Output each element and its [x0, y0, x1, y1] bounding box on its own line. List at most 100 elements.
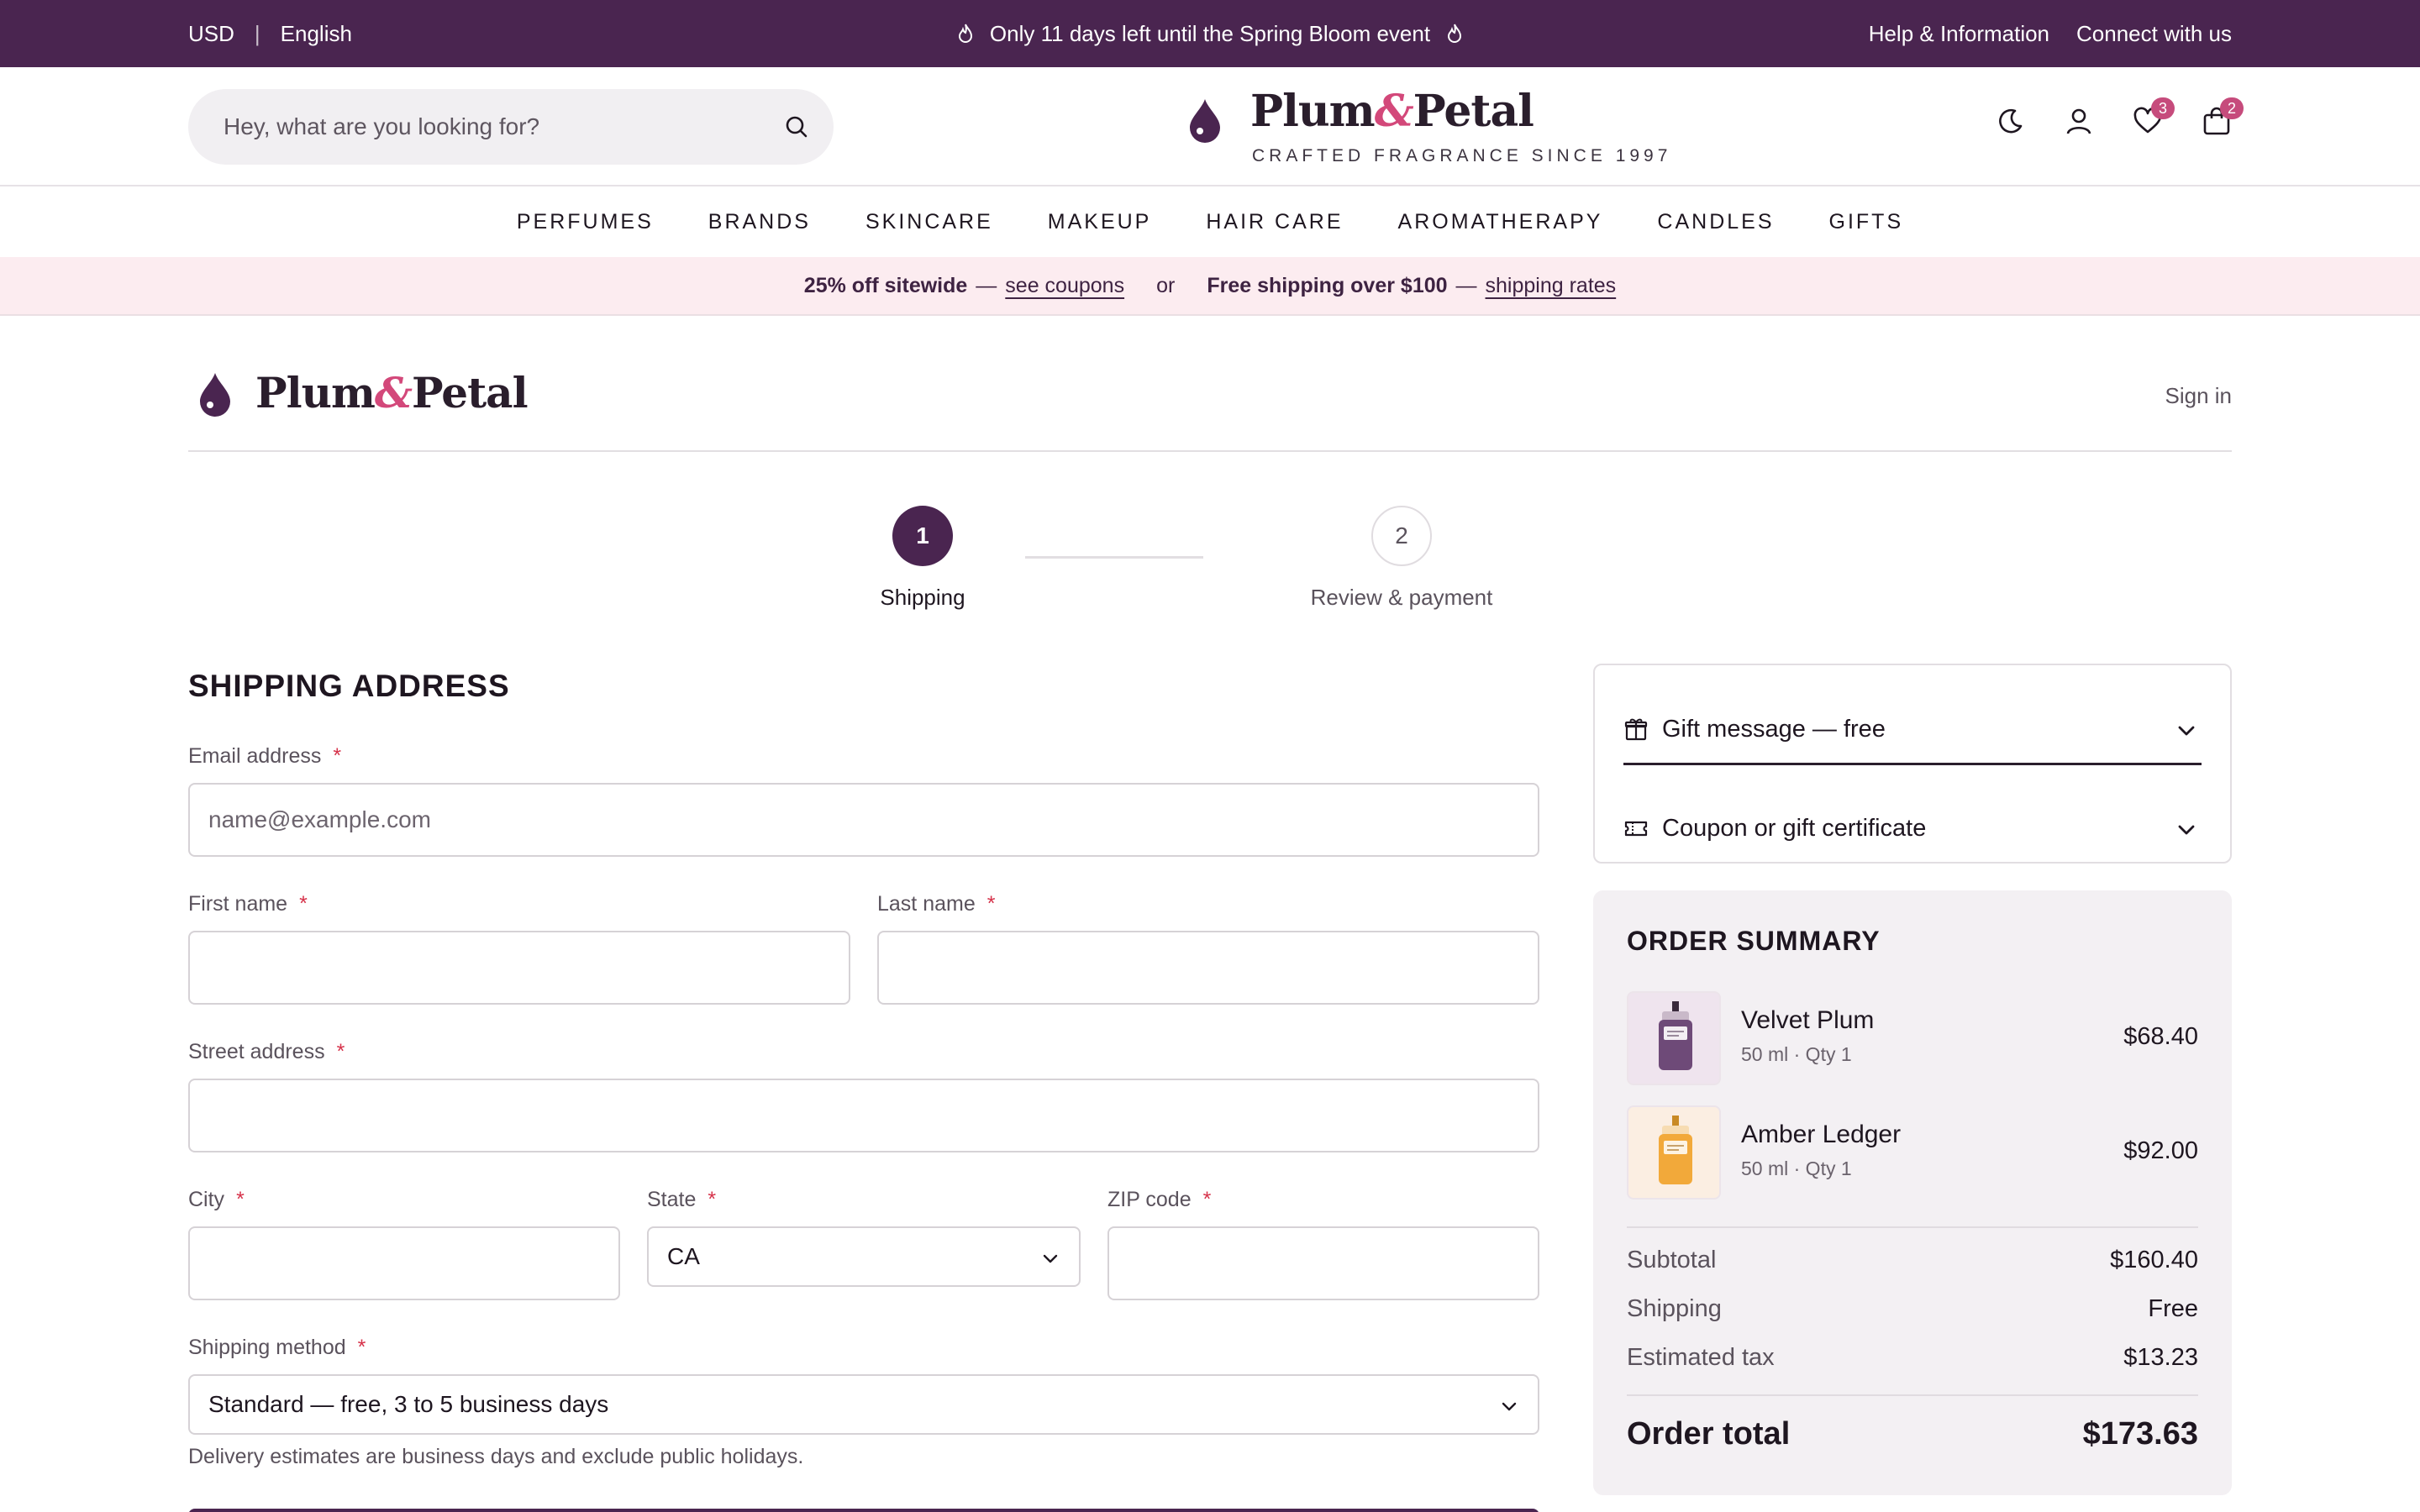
connect-link[interactable]: Connect with us — [2076, 21, 2232, 47]
zip-code-field[interactable] — [1107, 1226, 1539, 1300]
product-name: Velvet Plum — [1741, 1006, 1875, 1034]
nav-item-skincare[interactable]: SKINCARE — [865, 210, 993, 234]
continue-button[interactable] — [188, 1509, 1539, 1512]
city-label: City * — [188, 1188, 245, 1211]
zip-code-label: ZIP code * — [1107, 1188, 1212, 1211]
user-icon — [2066, 108, 2091, 134]
product-name: Amber Ledger — [1741, 1121, 1902, 1148]
plum-drop-icon — [1190, 99, 1220, 143]
tax-value: $13.23 — [2123, 1344, 2198, 1371]
state-label: State * — [647, 1188, 717, 1211]
site-header: Plum&Petal CRAFTED FRAGRANCE SINCE 1997 … — [0, 67, 2420, 186]
see-coupons-link[interactable]: see coupons — [1005, 274, 1124, 298]
street-address-label: Street address * — [188, 1040, 345, 1063]
sign-in-link[interactable]: Sign in — [2165, 383, 2233, 409]
main-navigation: PERFUMES BRANDS SKINCARE MAKEUP HAIR CARE ARO… — [0, 186, 2420, 257]
gift-message-label: Gift message — free — [1662, 715, 1886, 743]
email-field[interactable] — [188, 783, 1539, 857]
nav-item-hair-care[interactable]: HAIR CARE — [1206, 210, 1343, 234]
product-price: $92.00 — [2123, 1137, 2198, 1164]
promo-or: or — [1156, 273, 1176, 297]
checkout-brand-name: Plum&Petal — [255, 368, 529, 417]
subtotal-label: Subtotal — [1627, 1247, 1717, 1273]
step-connector — [1025, 556, 1203, 559]
chevron-down-icon — [2178, 825, 2195, 835]
step-review-payment: 2 Review & payment — [1301, 506, 1502, 611]
nav-item-perfumes[interactable]: PERFUMES — [517, 210, 654, 234]
state-value: CA — [667, 1243, 700, 1269]
first-name-field[interactable] — [188, 931, 850, 1005]
order-summary-title: ORDER SUMMARY — [1627, 926, 1881, 956]
cart-button[interactable]: 2 — [2202, 97, 2244, 136]
order-total-value: $173.63 — [2082, 1416, 2198, 1452]
delivery-note: Delivery estimates are business days and… — [188, 1445, 804, 1468]
step-label: Shipping — [880, 585, 965, 610]
shipping-method-select[interactable]: Standard — free, 3 to 5 business days — [188, 1374, 1539, 1435]
order-total-label: Order total — [1627, 1416, 1791, 1452]
summary-divider — [1627, 1226, 2198, 1228]
moon-icon — [1999, 108, 2023, 134]
order-summary: ORDER SUMMARY Velvet Plum 50 ml · Qty 1 … — [1593, 890, 2232, 1495]
product-meta: 50 ml · Qty 1 — [1741, 1043, 1852, 1065]
search-icon[interactable] — [783, 113, 810, 140]
brand-tagline: CRAFTED FRAGRANCE SINCE 1997 — [1252, 146, 1672, 165]
nav-item-candles[interactable]: CANDLES — [1657, 210, 1774, 234]
perfume-bottle-icon — [1659, 1001, 1692, 1070]
chevron-down-icon — [1502, 1402, 1517, 1411]
first-name-label: First name * — [188, 892, 308, 916]
last-name-field[interactable] — [877, 931, 1539, 1005]
dark-mode-toggle[interactable] — [1995, 106, 2025, 136]
order-total-row: Order total $173.63 — [1627, 1416, 2198, 1458]
shipping-value: Free — [2148, 1295, 2198, 1322]
cart-count-badge: 2 — [2220, 97, 2244, 119]
wishlist-button[interactable]: 3 — [2133, 97, 2175, 136]
promo-dash: — — [1455, 273, 1477, 297]
cart-item: Amber Ledger 50 ml · Qty 1 $92.00 — [1627, 1105, 2198, 1201]
tax-label: Estimated tax — [1627, 1344, 1775, 1371]
accordion-divider — [1623, 763, 2202, 765]
step-shipping: 1 Shipping — [822, 506, 1023, 611]
street-address-field[interactable] — [188, 1079, 1539, 1152]
shipping-address-heading: SHIPPING ADDRESS — [188, 669, 510, 703]
shipping-label: Shipping — [1627, 1295, 1722, 1322]
product-price: $68.40 — [2123, 1023, 2198, 1050]
step-label: Review & payment — [1310, 585, 1493, 610]
step-number: 1 — [892, 506, 953, 566]
shipping-method-label: Shipping method * — [188, 1336, 366, 1359]
product-meta: 50 ml · Qty 1 — [1741, 1158, 1852, 1179]
flame-icon — [1448, 24, 1462, 43]
nav-item-brands[interactable]: BRANDS — [708, 210, 811, 234]
product-thumbnail — [1627, 991, 1721, 1085]
chevron-down-icon — [2178, 726, 2195, 736]
nav-item-makeup[interactable]: MAKEUP — [1048, 210, 1152, 234]
account-button[interactable] — [2064, 106, 2094, 136]
product-thumbnail — [1627, 1105, 1721, 1200]
tax-row: Estimated tax $13.23 — [1627, 1344, 2198, 1378]
divider — [188, 450, 2232, 452]
announcement-bar: USD | English Only 11 days left until th… — [0, 0, 2420, 67]
extras-panel: Gift message — free Coupon or gift certi… — [1593, 664, 2232, 864]
coupon-toggle[interactable]: Coupon or gift certificate — [1623, 795, 2202, 862]
subtotal-value: $160.40 — [2110, 1247, 2198, 1273]
last-name-label: Last name * — [877, 892, 996, 916]
help-link[interactable]: Help & Information — [1869, 21, 2049, 47]
summary-divider — [1627, 1394, 2198, 1396]
nav-item-gifts[interactable]: GIFTS — [1829, 210, 1904, 234]
gift-message-toggle[interactable]: Gift message — free — [1623, 696, 2202, 763]
step-number: 2 — [1371, 506, 1432, 566]
announcement-text: Only 11 days left until the Spring Bloom… — [989, 20, 1431, 46]
promo-offer-free-shipping: Free shipping over $100 — [1207, 273, 1448, 297]
coupon-label: Coupon or gift certificate — [1662, 814, 1927, 842]
flame-icon — [958, 24, 972, 43]
email-label: Email address * — [188, 744, 342, 768]
promo-dash: — — [976, 273, 997, 297]
ticket-icon — [1624, 821, 1648, 837]
search-input[interactable] — [224, 89, 761, 165]
city-field[interactable] — [188, 1226, 620, 1300]
nav-item-aromatherapy[interactable]: AROMATHERAPY — [1398, 210, 1603, 234]
shipping-method-value: Standard — free, 3 to 5 business days — [208, 1391, 609, 1417]
wishlist-count-badge: 3 — [2151, 97, 2175, 119]
plum-drop-icon — [200, 373, 230, 417]
shipping-rates-link[interactable]: shipping rates — [1486, 274, 1617, 298]
state-select[interactable]: CA — [647, 1226, 1081, 1287]
